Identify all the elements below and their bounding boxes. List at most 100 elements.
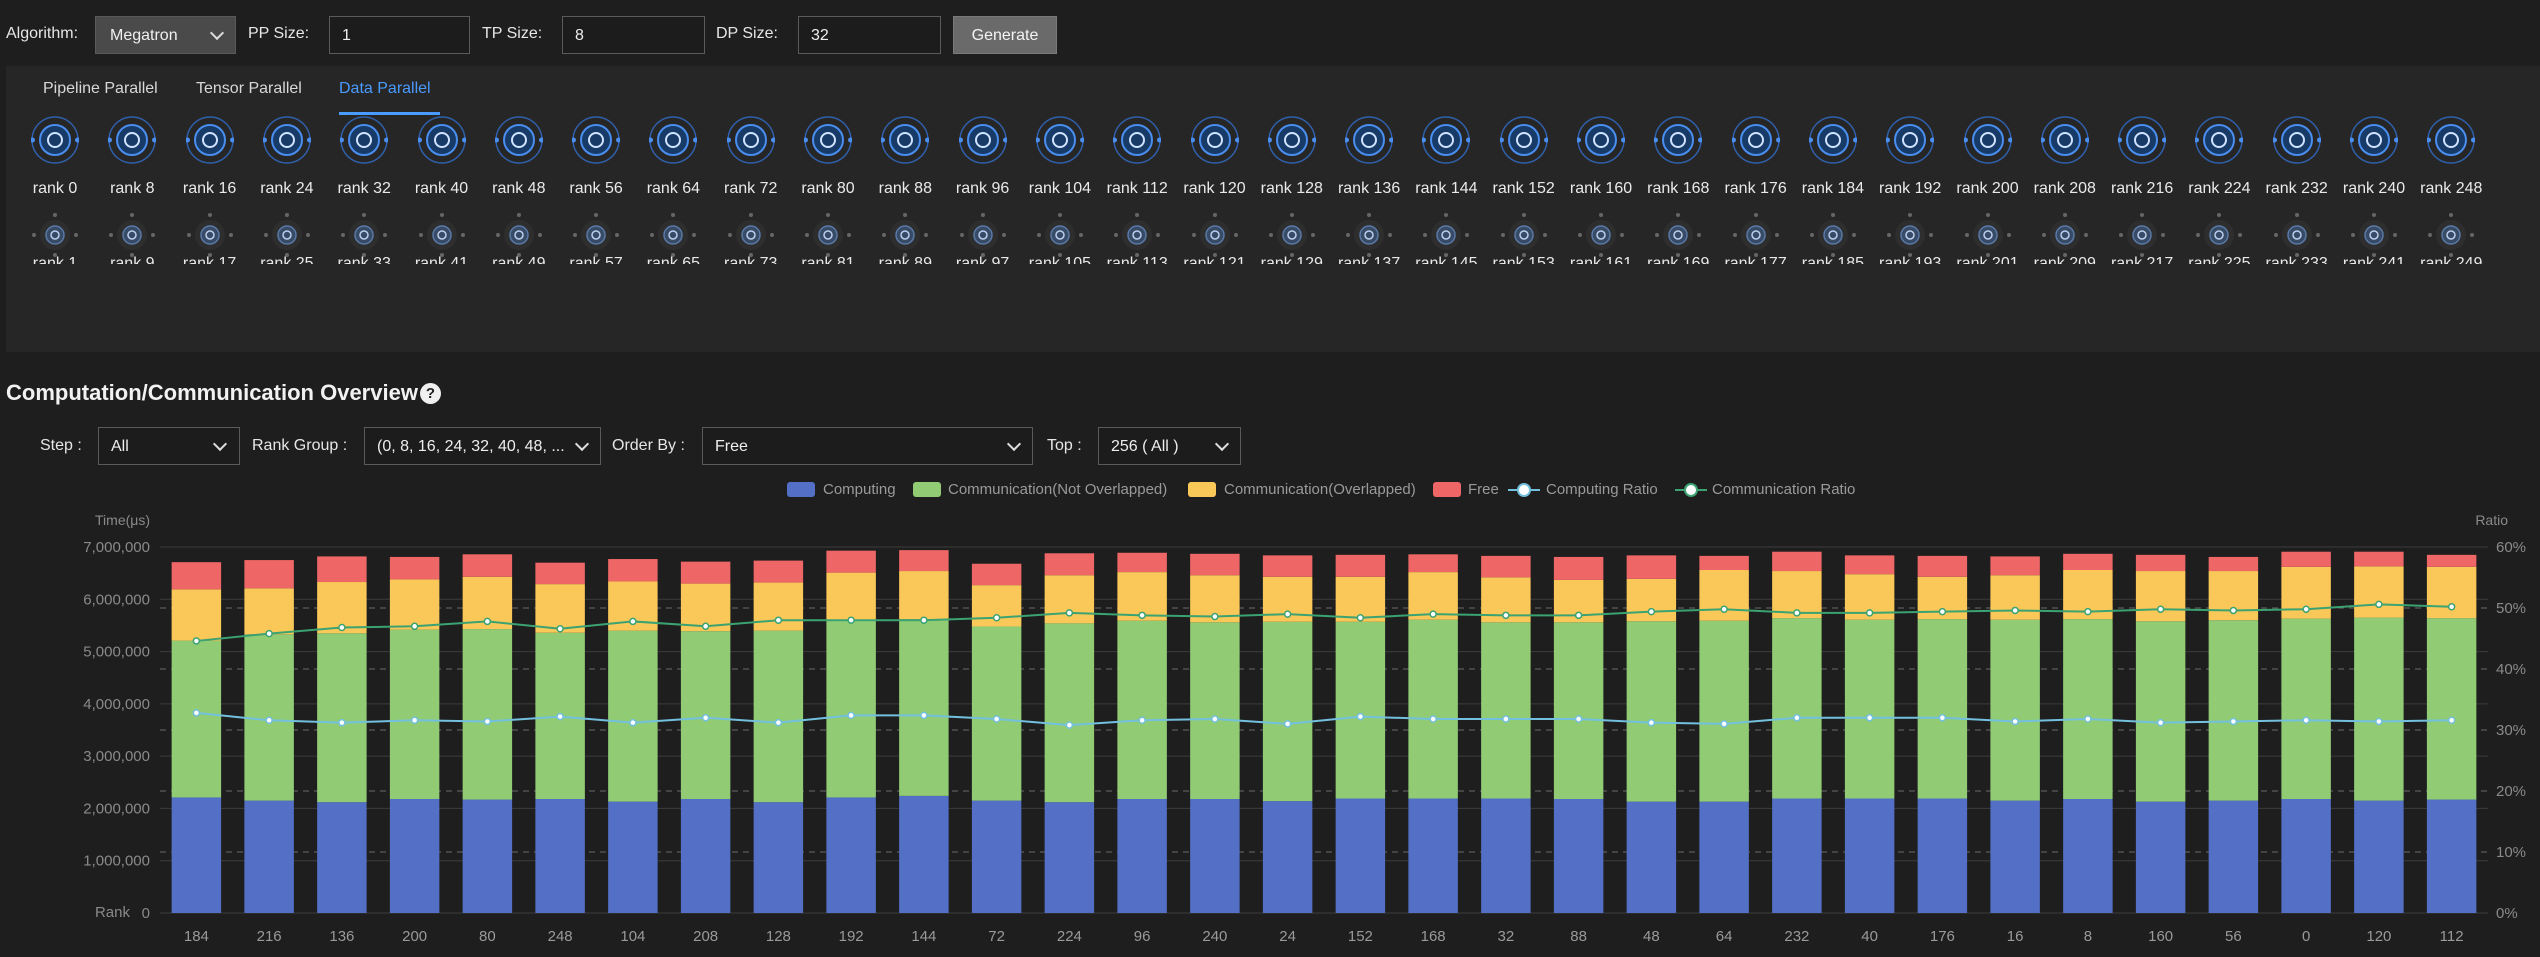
rank-node[interactable]: rank 88 bbox=[872, 116, 938, 206]
rank-node[interactable]: rank 80 bbox=[795, 116, 861, 206]
ratio-point[interactable] bbox=[1502, 611, 1510, 620]
rank-node[interactable]: rank 72 bbox=[718, 116, 784, 206]
ratio-point[interactable] bbox=[1865, 714, 1874, 722]
rank-node[interactable]: rank 65 bbox=[640, 211, 706, 264]
bar-segment[interactable] bbox=[1117, 620, 1167, 800]
bar-segment[interactable] bbox=[244, 560, 294, 589]
rank-node[interactable]: rank 89 bbox=[872, 211, 938, 264]
bar-segment[interactable] bbox=[1262, 555, 1313, 577]
ratio-point[interactable] bbox=[2302, 716, 2310, 724]
bar-segment[interactable] bbox=[2354, 551, 2404, 567]
rank-node[interactable]: rank 113 bbox=[1104, 211, 1170, 264]
bar-segment[interactable] bbox=[2354, 800, 2404, 913]
bar-segment[interactable] bbox=[1481, 798, 1531, 913]
bar-segment[interactable] bbox=[244, 800, 294, 913]
rank-node[interactable]: rank 217 bbox=[2109, 211, 2175, 264]
ratio-point[interactable] bbox=[1647, 607, 1656, 616]
bar-segment[interactable] bbox=[2426, 554, 2477, 567]
bar-segment[interactable] bbox=[535, 562, 585, 585]
bar-segment[interactable] bbox=[1262, 621, 1313, 802]
rank-node[interactable]: rank 25 bbox=[254, 211, 320, 264]
legend-comm-not-overlapped[interactable]: Communication(Not Overlapped) bbox=[948, 481, 1167, 498]
ratio-point[interactable] bbox=[2156, 605, 2165, 613]
bar-segment[interactable] bbox=[1844, 555, 1895, 575]
ratio-point[interactable] bbox=[701, 714, 710, 722]
ratio-point[interactable] bbox=[1065, 609, 1074, 617]
bar-segment[interactable] bbox=[608, 630, 658, 802]
rank-node[interactable]: rank 73 bbox=[718, 211, 784, 264]
ratio-point[interactable] bbox=[847, 711, 855, 720]
bar-segment[interactable] bbox=[317, 633, 367, 803]
ratio-point[interactable] bbox=[192, 637, 201, 645]
bar-segment[interactable] bbox=[1699, 570, 1749, 621]
ratio-point[interactable] bbox=[1938, 714, 1947, 722]
bar-segment[interactable] bbox=[2208, 556, 2259, 572]
rank-node[interactable]: rank 0 bbox=[22, 116, 88, 206]
bar-segment[interactable] bbox=[1335, 554, 1386, 577]
bar-segment[interactable] bbox=[899, 795, 949, 913]
ratio-point[interactable] bbox=[1574, 611, 1583, 620]
bar-segment[interactable] bbox=[2281, 551, 2331, 567]
bar-segment[interactable] bbox=[680, 561, 731, 584]
legend-comm-overlapped[interactable]: Communication(Overlapped) bbox=[1224, 481, 1416, 498]
rank-node[interactable]: rank 129 bbox=[1259, 211, 1325, 264]
ratio-point[interactable] bbox=[2084, 715, 2092, 723]
bar-segment[interactable] bbox=[1044, 802, 1095, 913]
rank-node[interactable]: rank 64 bbox=[640, 116, 706, 206]
ratio-point[interactable] bbox=[2229, 606, 2238, 615]
ratio-point[interactable] bbox=[410, 716, 419, 724]
bar-segment[interactable] bbox=[1408, 619, 1458, 799]
ratio-point[interactable] bbox=[338, 718, 346, 727]
bar-segment[interactable] bbox=[1990, 556, 2040, 576]
bar-segment[interactable] bbox=[2354, 617, 2404, 801]
bar-segment[interactable] bbox=[753, 802, 804, 913]
bar-segment[interactable] bbox=[608, 559, 658, 582]
ratio-point[interactable] bbox=[1938, 607, 1947, 616]
rank-node[interactable]: rank 153 bbox=[1491, 211, 1557, 264]
bar-segment[interactable] bbox=[317, 802, 367, 913]
ratio-point[interactable] bbox=[992, 614, 1001, 622]
rank-node[interactable]: rank 168 bbox=[1645, 116, 1711, 206]
ratio-point[interactable] bbox=[920, 711, 928, 720]
algorithm-select[interactable]: Megatron bbox=[95, 16, 236, 54]
bar-segment[interactable] bbox=[1553, 799, 1604, 913]
ratio-point[interactable] bbox=[1283, 610, 1292, 618]
bar-segment[interactable] bbox=[971, 626, 1022, 801]
step-select[interactable]: All bbox=[98, 427, 240, 465]
rank-node[interactable]: rank 24 bbox=[254, 116, 320, 206]
bar-segment[interactable] bbox=[1553, 622, 1604, 800]
ratio-point[interactable] bbox=[2447, 716, 2456, 724]
bar-segment[interactable] bbox=[1626, 555, 1677, 579]
ratio-point[interactable] bbox=[1356, 614, 1365, 622]
bar-segment[interactable] bbox=[1917, 555, 1968, 577]
ratio-point[interactable] bbox=[556, 624, 564, 633]
bar-segment[interactable] bbox=[1990, 619, 2040, 801]
rank-node[interactable]: rank 208 bbox=[2032, 116, 2098, 206]
ratio-point[interactable] bbox=[1356, 712, 1365, 721]
rank-node[interactable]: rank 216 bbox=[2109, 116, 2175, 206]
dp-size-input[interactable]: 32 bbox=[798, 16, 941, 54]
legend-computing-ratio[interactable]: Computing Ratio bbox=[1546, 481, 1658, 498]
rank-node[interactable]: rank 96 bbox=[950, 116, 1016, 206]
bar-segment[interactable] bbox=[899, 550, 949, 572]
ratio-point[interactable] bbox=[556, 712, 564, 721]
rank-node[interactable]: rank 160 bbox=[1568, 116, 1634, 206]
ratio-point[interactable] bbox=[1574, 715, 1583, 723]
ratio-point[interactable] bbox=[1138, 611, 1146, 620]
bar-segment[interactable] bbox=[971, 800, 1022, 913]
bar-segment[interactable] bbox=[1190, 799, 1240, 913]
bar-segment[interactable] bbox=[1844, 619, 1895, 799]
rank-node[interactable]: rank 161 bbox=[1568, 211, 1634, 264]
bar-segment[interactable] bbox=[317, 556, 367, 583]
rank-node[interactable]: rank 9 bbox=[99, 211, 165, 264]
rank-node[interactable]: rank 145 bbox=[1413, 211, 1479, 264]
legend-communication-ratio[interactable]: Communication Ratio bbox=[1712, 481, 1855, 498]
bar-segment[interactable] bbox=[389, 629, 440, 800]
ratio-point[interactable] bbox=[2011, 606, 2019, 615]
bar-segment[interactable] bbox=[171, 797, 222, 913]
ratio-point[interactable] bbox=[1865, 609, 1874, 617]
bar-segment[interactable] bbox=[1626, 621, 1677, 802]
bar-segment[interactable] bbox=[1335, 621, 1386, 799]
bar-segment[interactable] bbox=[389, 556, 440, 580]
ratio-point[interactable] bbox=[629, 617, 637, 626]
